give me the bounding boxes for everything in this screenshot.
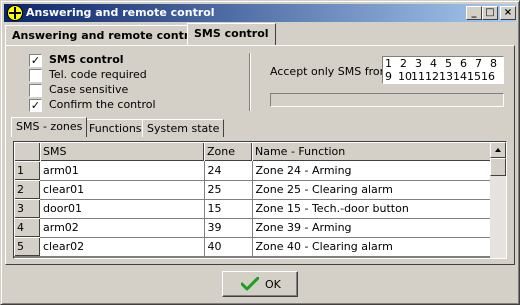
scroll-up-button[interactable] <box>490 142 506 158</box>
sms-options-group: ✓ SMS control Tel. code required Case se… <box>29 51 249 113</box>
checkmark-icon <box>241 277 259 291</box>
confirm-control-checkbox[interactable]: ✓ <box>29 99 42 112</box>
table-header-row: SMS Zone Name - Function <box>14 142 492 161</box>
tab-answering-remote-control[interactable]: Answering and remote control <box>5 25 208 45</box>
name-function-cell[interactable]: Zone 39 - Arming <box>252 218 493 238</box>
tab-sms-control[interactable]: SMS control <box>187 23 276 45</box>
tel-code-required-label: Tel. code required <box>49 68 147 81</box>
column-header-zone[interactable]: Zone <box>204 142 252 161</box>
column-header-sms[interactable]: SMS <box>40 142 204 161</box>
sms-cell[interactable]: clear02 <box>40 237 205 257</box>
sms-control-checkbox[interactable]: ✓ <box>29 54 42 67</box>
zone-cell[interactable]: 40 <box>204 237 253 257</box>
sms-number-3[interactable]: 3 <box>413 57 428 70</box>
sms-number-15[interactable]: 15 <box>465 70 481 83</box>
tab-sms-zones[interactable]: SMS - zones <box>11 117 88 137</box>
case-sensitive-checkbox[interactable] <box>29 84 42 97</box>
title-bar[interactable]: Answering and remote control _ □ × <box>4 4 516 22</box>
column-header-name-function[interactable]: Name - Function <box>252 142 492 161</box>
table-row[interactable]: 5 clear02 40 Zone 40 - Clearing alarm <box>14 237 493 257</box>
zone-cell[interactable]: 39 <box>204 218 253 238</box>
case-sensitive-label: Case sensitive <box>49 83 129 96</box>
close-button[interactable]: × <box>500 6 516 20</box>
name-function-cell[interactable]: Zone 15 - Tech.-door button <box>252 199 493 219</box>
sms-zones-table: SMS Zone Name - Function 1 arm01 24 Zone… <box>14 142 493 257</box>
scroll-up-arrow-icon <box>495 148 501 152</box>
scrollbar-thumb[interactable] <box>490 158 506 176</box>
sms-cell[interactable]: door01 <box>40 199 205 219</box>
table-row[interactable]: 2 clear01 25 Zone 25 - Clearing alarm <box>14 180 493 200</box>
tab-functions[interactable]: Functions <box>84 119 147 137</box>
sms-number-5[interactable]: 5 <box>443 57 458 70</box>
sms-number-7[interactable]: 7 <box>473 57 488 70</box>
maximize-button[interactable]: □ <box>482 6 498 20</box>
window-title: Answering and remote control <box>26 6 215 19</box>
zone-cell[interactable]: 24 <box>204 161 253 181</box>
dialog-window: Answering and remote control _ □ × Answe… <box>0 0 520 305</box>
accept-sms-numbers[interactable]: 1 2 3 4 5 6 7 8 9 10 11 12 13 14 15 16 <box>382 56 504 84</box>
zone-cell[interactable]: 25 <box>204 180 253 200</box>
minimize-button[interactable]: _ <box>466 6 482 20</box>
sms-cell[interactable]: clear01 <box>40 180 205 200</box>
sms-number-2[interactable]: 2 <box>398 57 413 70</box>
group-divider <box>249 53 251 111</box>
confirm-control-label: Confirm the control <box>49 98 156 111</box>
column-header-num[interactable] <box>14 142 40 161</box>
row-number[interactable]: 4 <box>14 218 40 237</box>
row-number[interactable]: 2 <box>14 180 40 199</box>
sms-number-13[interactable]: 13 <box>437 70 453 83</box>
table-row[interactable]: 3 door01 15 Zone 15 - Tech.-door button <box>14 199 493 219</box>
sms-number-6[interactable]: 6 <box>458 57 473 70</box>
sms-number-12[interactable]: 12 <box>423 70 439 83</box>
row-number[interactable]: 3 <box>14 199 40 218</box>
sms-number-16[interactable]: 16 <box>479 70 495 83</box>
tab-system-state[interactable]: System state <box>142 119 225 137</box>
name-function-cell[interactable]: Zone 24 - Arming <box>252 161 493 181</box>
sms-number-14[interactable]: 14 <box>451 70 467 83</box>
name-function-cell[interactable]: Zone 40 - Clearing alarm <box>252 237 493 257</box>
sms-number-8[interactable]: 8 <box>488 57 503 70</box>
sms-control-label: SMS control <box>49 53 124 66</box>
sms-number-4[interactable]: 4 <box>428 57 443 70</box>
sms-cell[interactable]: arm01 <box>40 161 205 181</box>
zone-cell[interactable]: 15 <box>204 199 253 219</box>
tel-code-required-checkbox[interactable] <box>29 69 42 82</box>
table-row[interactable]: 1 arm01 24 Zone 24 - Arming <box>14 161 493 181</box>
sms-zones-grid[interactable]: SMS Zone Name - Function 1 arm01 24 Zone… <box>13 141 507 259</box>
ok-button[interactable]: OK <box>222 271 298 297</box>
sms-status-field <box>270 93 504 107</box>
ok-button-label: OK <box>265 278 281 291</box>
sms-number-11[interactable]: 11 <box>409 70 425 83</box>
name-function-cell[interactable]: Zone 25 - Clearing alarm <box>252 180 493 200</box>
grid-vertical-scrollbar[interactable] <box>490 142 506 258</box>
row-number[interactable]: 5 <box>14 237 40 256</box>
app-icon <box>7 5 23 21</box>
sms-cell[interactable]: arm02 <box>40 218 205 238</box>
table-row[interactable]: 4 arm02 39 Zone 39 - Arming <box>14 218 493 238</box>
accept-sms-label: Accept only SMS from: <box>270 65 395 78</box>
sms-number-1[interactable]: 1 <box>383 57 398 70</box>
row-number[interactable]: 1 <box>14 161 40 180</box>
